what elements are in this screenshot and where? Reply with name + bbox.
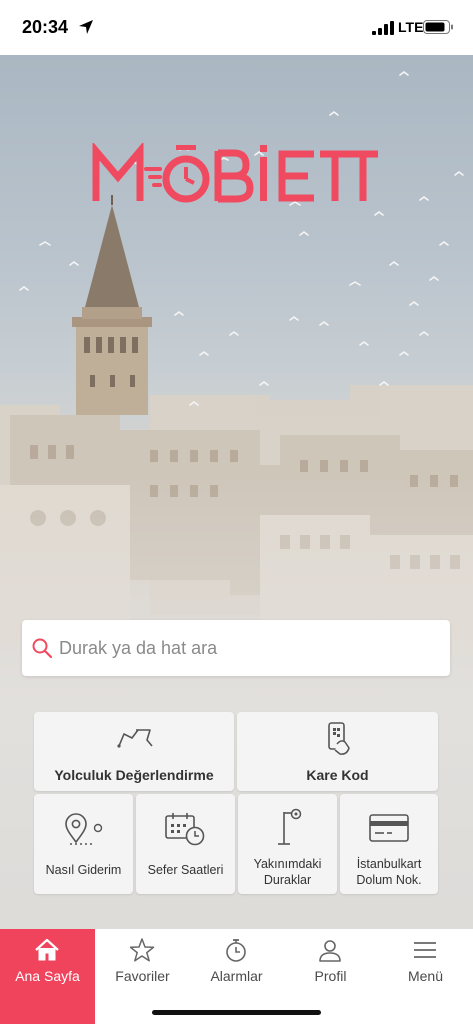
nearby-stops-label-line2: Duraklar (263, 873, 312, 887)
nav-profile-label: Profil (314, 968, 347, 984)
location-arrow-icon (79, 20, 93, 34)
status-time: 20:34 (22, 17, 69, 37)
search-input[interactable] (59, 630, 439, 666)
menu-icon (414, 942, 436, 958)
stopwatch-icon (226, 939, 246, 962)
home-icon (35, 938, 59, 961)
nav-menu[interactable]: Menü (378, 929, 473, 1024)
nav-home-label: Ana Sayfa (15, 968, 80, 984)
search-bar[interactable] (22, 620, 450, 676)
nav-home[interactable]: Ana Sayfa (0, 929, 95, 1024)
card-topup-label-line1: İstanbulkart (356, 857, 422, 871)
battery-icon (423, 20, 453, 34)
home-indicator[interactable] (152, 1010, 321, 1015)
qr-code-label: Kare Kod (306, 767, 369, 783)
trip-rating-label: Yolculuk Değerlendirme (54, 767, 214, 783)
route-icon (117, 729, 153, 748)
search-icon (32, 638, 53, 659)
phone-qr-icon (328, 722, 350, 755)
directions-label: Nasıl Giderim (45, 863, 122, 877)
qr-code-button[interactable]: Kare Kod (237, 712, 438, 791)
card-icon (369, 814, 409, 842)
trip-rating-button[interactable]: Yolculuk Değerlendirme (34, 712, 234, 791)
status-bar: 20:34 LTE (0, 0, 473, 55)
calendar-clock-icon (165, 813, 205, 846)
location-pin-icon (65, 813, 103, 845)
mobiett-logo (92, 143, 378, 203)
nearby-stops-label-line1: Yakınımdaki (253, 857, 322, 871)
bus-stop-icon (278, 808, 302, 845)
card-topup-button[interactable]: İstanbulkart Dolum Nok. (340, 794, 438, 894)
card-topup-label-line2: Dolum Nok. (356, 873, 422, 887)
schedules-button[interactable]: Sefer Saatleri (136, 794, 235, 894)
card-topup-label: İstanbulkart Dolum Nok. (340, 856, 438, 888)
signal-icon (372, 21, 394, 35)
nav-alarms-label: Alarmlar (210, 968, 263, 984)
directions-button[interactable]: Nasıl Giderim (34, 794, 133, 894)
star-icon (129, 938, 155, 962)
nearby-stops-button[interactable]: Yakınımdaki Duraklar (238, 794, 337, 894)
schedules-label: Sefer Saatleri (147, 863, 224, 877)
nearby-stops-label: Yakınımdaki Duraklar (238, 856, 337, 888)
user-icon (319, 940, 341, 962)
nav-favorites-label: Favoriler (115, 968, 170, 984)
nav-menu-label: Menü (407, 968, 444, 984)
network-label: LTE (398, 19, 424, 35)
